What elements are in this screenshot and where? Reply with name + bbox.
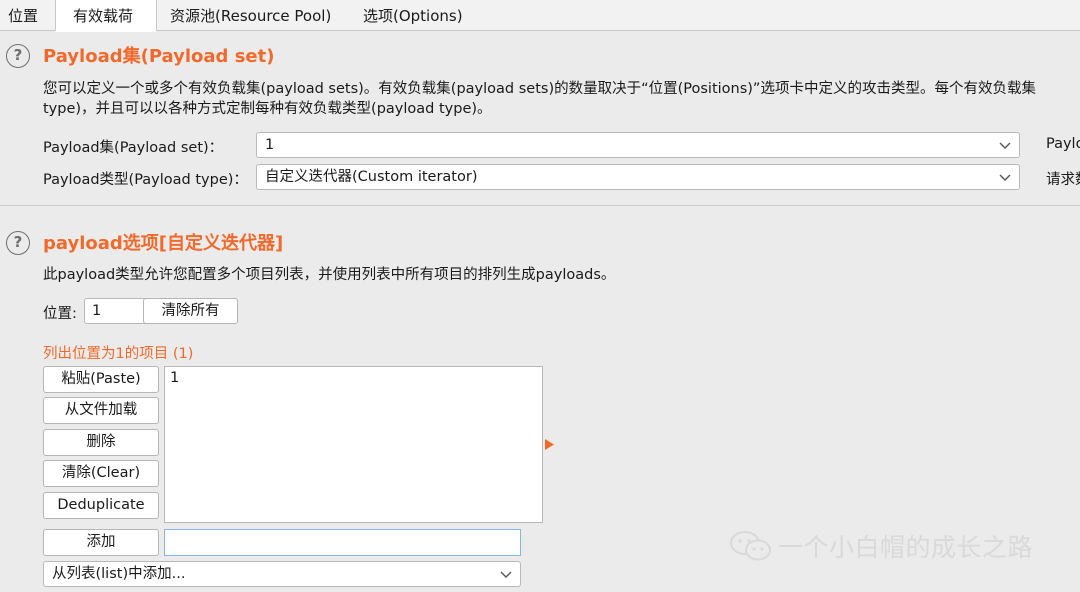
request-count-label: 请求数: [1046, 172, 1080, 188]
chevron-down-icon: [999, 142, 1011, 149]
add-from-list-value: 从列表(list)中添加...: [52, 566, 186, 582]
deduplicate-button[interactable]: Deduplicate: [43, 492, 159, 519]
payload-type-label: Payload类型(Payload type)：: [43, 172, 248, 188]
list-heading: 列出位置为1的项目 (1): [43, 346, 194, 362]
tab-bar: 位置 有效载荷 资源池(Resource Pool) 选项(Options): [0, 0, 1080, 32]
wechat-icon: [730, 531, 771, 561]
payload-sets-description-line2: type)，并且可以以各种方式定制每种有效负载类型(payload type)。: [43, 101, 492, 117]
payload-sets-description-line1: 您可以定义一个或多个有效负载集(payload sets)。有效负载集(payl…: [43, 81, 1036, 97]
clear-button[interactable]: 清除(Clear): [43, 460, 159, 487]
help-icon[interactable]: ?: [6, 44, 30, 68]
tab-positions[interactable]: 位置: [8, 0, 38, 31]
tab-resource-pool[interactable]: 资源池(Resource Pool): [170, 0, 331, 31]
chevron-down-icon: [500, 571, 512, 578]
add-button[interactable]: 添加: [43, 529, 159, 556]
payload-type-value: 自定义迭代器(Custom iterator): [265, 169, 478, 185]
add-from-list-select[interactable]: 从列表(list)中添加...: [43, 561, 521, 587]
payload-set-label: Payload集(Payload set)：: [43, 140, 224, 156]
add-item-input[interactable]: [164, 529, 521, 556]
tab-options[interactable]: 选项(Options): [363, 0, 463, 31]
chevron-down-icon: [999, 174, 1011, 181]
help-icon[interactable]: ?: [6, 231, 30, 255]
payload-options-description: 此payload类型允许您配置多个项目列表，并使用列表中所有项目的排列生成pay…: [43, 267, 616, 283]
payload-sets-title: Payload集(Payload set): [43, 46, 275, 67]
payload-count-label: Paylo: [1046, 136, 1080, 152]
payload-items-list[interactable]: 1: [164, 366, 543, 523]
remove-button[interactable]: 删除: [43, 429, 159, 456]
tab-payloads[interactable]: 有效载荷: [55, 0, 157, 32]
triangle-right-icon[interactable]: [545, 439, 554, 450]
list-item[interactable]: 1: [170, 370, 179, 386]
load-file-button[interactable]: 从文件加载: [43, 397, 159, 424]
payload-set-select[interactable]: 1: [256, 132, 1020, 158]
clear-all-button[interactable]: 清除所有: [143, 298, 238, 324]
payload-type-select[interactable]: 自定义迭代器(Custom iterator): [256, 164, 1020, 190]
position-label: 位置:: [43, 306, 77, 322]
payload-set-value: 1: [265, 137, 275, 153]
section-divider: [0, 205, 1080, 206]
paste-button[interactable]: 粘贴(Paste): [43, 366, 159, 393]
payload-options-title: payload选项[自定义迭代器]: [43, 233, 284, 254]
watermark-text: 一个小白帽的成长之路: [778, 533, 1034, 562]
